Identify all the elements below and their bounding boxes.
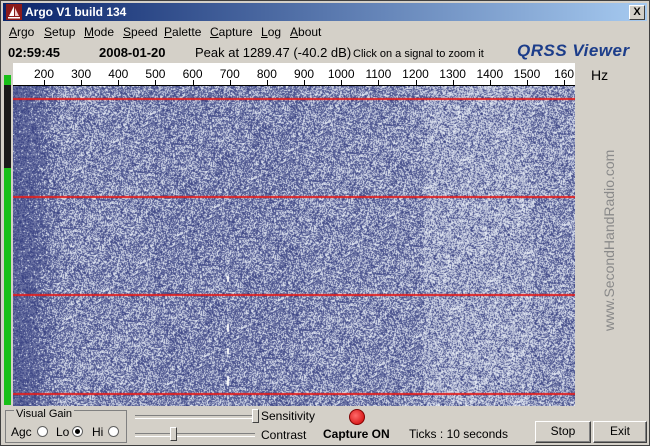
scale-tick-label: 160 [554,67,575,81]
scale-tick-label: 1400 [476,67,504,81]
control-panel: Visual Gain Agc Lo Hi Sensitivity Contra… [3,407,647,445]
date-readout: 2008-01-20 [99,45,166,60]
visual-gain-title: Visual Gain [14,408,75,420]
peak-db: (-40.2 dB) [293,45,352,60]
scale-tick-label: 300 [71,67,92,81]
app-logo: QRSS Viewer [517,41,630,60]
title-bar: Argo V1 build 134 X [3,3,647,21]
close-button[interactable]: X [629,5,645,20]
scale-tick-label: 500 [145,67,166,81]
scale-tick-mark [489,80,491,85]
scale-tick-label: 1300 [439,67,466,81]
scale-tick-mark [155,80,157,85]
peak-readout: Peak at 1289.47 (-40.2 dB) [195,45,351,60]
time-readout: 02:59:45 [8,45,61,60]
contrast-track [135,433,255,437]
watermark-text: www.SecondHandRadio.com [601,149,617,331]
sailboat-icon [6,4,22,20]
zoom-hint: Click on a signal to zoom it [353,48,484,60]
scale-tick-mark [378,80,380,85]
scale-tick-mark [81,80,83,85]
menu-palette[interactable]: Palette [164,25,201,39]
scale-tick-mark [452,80,454,85]
scale-tick-label: 1100 [365,67,392,81]
menu-bar: Argo Setup Mode Speed Palette Capture Log About [3,23,647,41]
contrast-label: Contrast [261,428,307,442]
scale-tick-label: 900 [294,67,315,81]
scale-tick-label: 200 [33,67,55,81]
menu-argo[interactable]: Argo [9,25,34,39]
menu-about[interactable]: About [290,25,321,39]
scale-tick-mark [526,80,528,85]
scale-tick-mark [415,80,417,85]
ticks-readout: Ticks : 10 seconds [409,427,508,441]
agc-radio[interactable] [37,426,48,437]
sensitivity-track [135,415,255,419]
lo-radio[interactable] [72,426,83,437]
scale-tick-mark [266,80,268,85]
menu-mode[interactable]: Mode [84,25,114,39]
level-meter-fill [4,168,11,405]
level-meter-indicator [4,75,11,85]
waterfall-display[interactable] [13,86,575,406]
agc-label: Agc [11,425,32,439]
scale-tick-label: 400 [108,67,129,81]
scale-tick-mark [341,80,343,85]
scale-tick-label: 1000 [327,67,355,81]
scale-tick-label: 1200 [402,67,429,81]
scale-tick-mark [304,80,306,85]
menu-setup[interactable]: Setup [44,25,75,39]
visual-gain-group: Visual Gain Agc Lo Hi [5,408,127,443]
ticks-value: : 10 seconds [439,427,508,441]
lo-label: Lo [56,425,70,439]
sensitivity-label: Sensitivity [261,409,316,423]
ticks-label: Ticks [409,427,437,441]
peak-frequency: 1289.47 [242,45,290,60]
menu-speed[interactable]: Speed [123,25,158,39]
scale-tick-mark [44,80,45,85]
hi-radio[interactable] [108,426,119,437]
scale-tick-label: 1500 [513,67,541,81]
scale-tick-mark [118,80,120,85]
main-window: Argo V1 build 134 X Argo Setup Mode Speed Pa… [0,0,650,446]
frequency-unit: Hz [591,67,609,83]
stop-button[interactable]: Stop [535,421,591,443]
scale-tick-label: 700 [219,67,240,81]
exit-button[interactable]: Exit [593,421,647,443]
peak-prefix: Peak at [195,45,240,60]
scale-tick-mark [229,80,231,85]
scale-tick-mark [564,80,566,85]
menu-capture[interactable]: Capture [210,25,253,39]
sensitivity-thumb[interactable] [252,409,259,423]
contrast-thumb[interactable] [170,427,178,441]
menu-log[interactable]: Log [261,25,281,39]
frequency-scale: 200 300 400 500 600 700 800 900 1000 1100 1200 1300… [13,63,575,86]
scale-tick-mark [192,80,194,85]
capture-status: Capture ON [323,427,390,441]
scale-tick-label: 800 [256,67,277,81]
window-title: Argo V1 build 134 [25,5,127,19]
capture-indicator-icon[interactable] [349,409,365,425]
scale-tick-label: 600 [182,67,203,81]
hi-label: Hi [92,425,104,439]
info-bar: 02:59:45 2008-01-20 Peak at 1289.47 (-40… [3,41,647,63]
